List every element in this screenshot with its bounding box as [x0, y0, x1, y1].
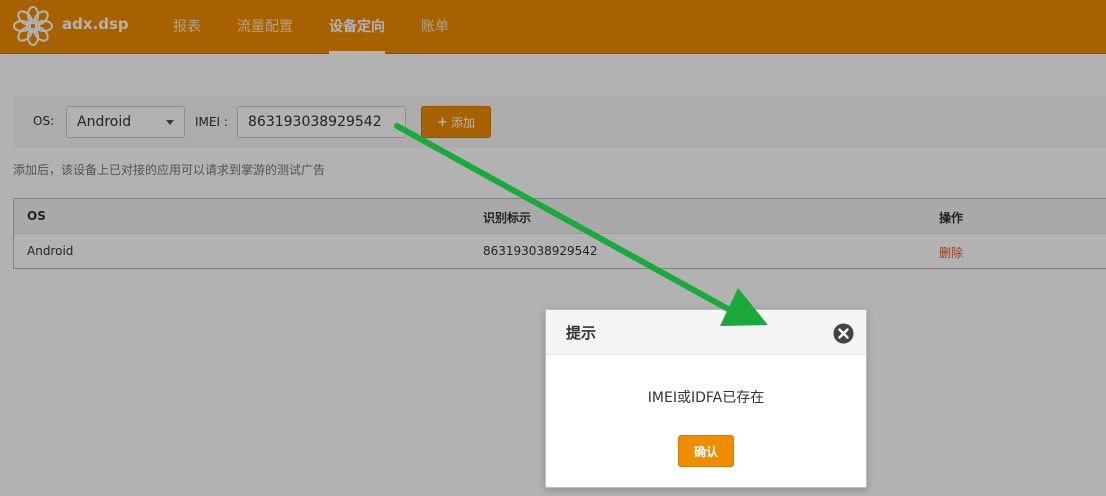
dialog-title: 提示: [566, 324, 597, 342]
dialog-message: IMEI或IDFA已存在: [647, 390, 765, 406]
confirm-button[interactable]: 确认: [678, 435, 734, 467]
close-icon[interactable]: [833, 323, 854, 344]
dialog-header: 提示: [546, 310, 866, 355]
alert-dialog: 提示 IMEI或IDFA已存在 确认: [545, 309, 867, 488]
